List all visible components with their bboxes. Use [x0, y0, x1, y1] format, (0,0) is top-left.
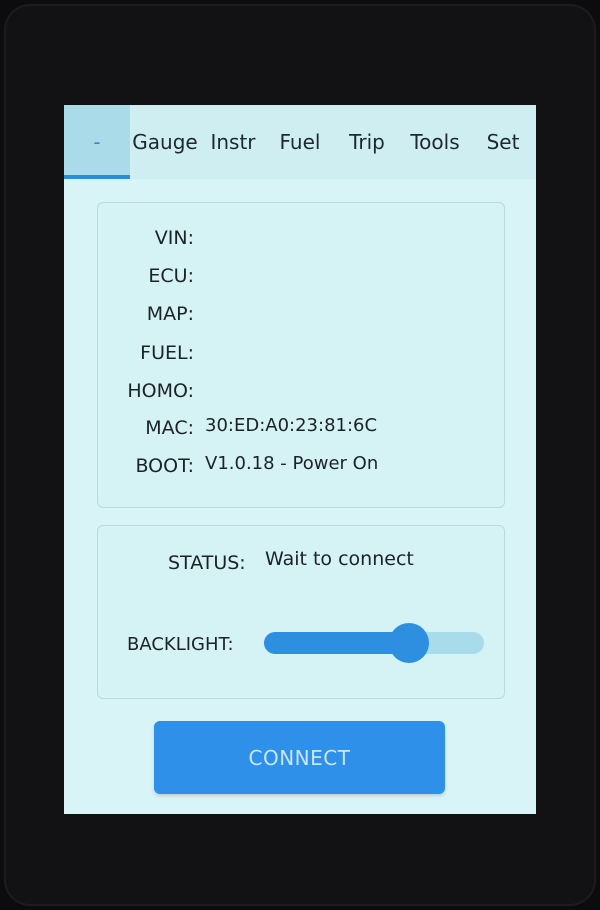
fuel-label: FUEL: [140, 342, 194, 364]
tab-instr-label: Instr [210, 130, 256, 154]
backlight-label: BACKLIGHT: [127, 634, 234, 655]
tab-tools-label: Tools [410, 130, 460, 154]
screen: - Gauge Instr Fuel Trip Tools Set VIN: E… [64, 105, 536, 814]
tab-gauge-label: Gauge [132, 130, 198, 154]
tab-gauge[interactable]: Gauge [128, 105, 202, 179]
info-row-map: MAP: [98, 303, 504, 329]
info-row-mac: MAC: 30:ED:A0:23:81:6C [98, 415, 504, 443]
connect-button[interactable]: CONNECT [154, 721, 445, 794]
ecu-label: ECU: [148, 265, 194, 287]
info-row-boot: BOOT: V1.0.18 - Power On [98, 453, 504, 481]
backlight-slider-fill [264, 632, 409, 654]
mac-value: 30:ED:A0:23:81:6C [205, 415, 378, 436]
info-row-vin: VIN: [98, 227, 504, 253]
tab-tools[interactable]: Tools [402, 105, 468, 179]
boot-value: V1.0.18 - Power On [205, 453, 379, 474]
map-label: MAP: [146, 303, 194, 325]
info-row-homo: HOMO: [98, 380, 504, 406]
tab-home-label: - [93, 130, 101, 154]
tab-instr[interactable]: Instr [204, 105, 262, 179]
control-panel: STATUS: Wait to connect BACKLIGHT: [97, 525, 505, 699]
tab-home[interactable]: - [64, 105, 130, 179]
tab-trip-label: Trip [349, 130, 385, 154]
tab-bar: - Gauge Instr Fuel Trip Tools Set [64, 105, 536, 179]
tab-fuel-label: Fuel [279, 130, 321, 154]
device-info-panel: VIN: ECU: MAP: FUEL: HOMO: MAC: 30:ED:A0… [97, 202, 505, 508]
info-row-fuel: FUEL: [98, 342, 504, 368]
info-row-ecu: ECU: [98, 265, 504, 291]
device-bezel: - Gauge Instr Fuel Trip Tools Set VIN: E… [4, 4, 596, 906]
tab-fuel[interactable]: Fuel [270, 105, 330, 179]
mac-label: MAC: [145, 417, 194, 439]
backlight-slider[interactable] [264, 623, 484, 663]
tab-set-label: Set [486, 130, 520, 154]
homo-label: HOMO: [127, 380, 194, 402]
backlight-slider-knob[interactable] [389, 623, 429, 663]
status-label: STATUS: [168, 552, 246, 574]
boot-label: BOOT: [135, 455, 194, 477]
vin-label: VIN: [154, 227, 194, 249]
tab-trip[interactable]: Trip [340, 105, 394, 179]
status-value: Wait to connect [265, 548, 414, 570]
tab-set[interactable]: Set [478, 105, 528, 179]
